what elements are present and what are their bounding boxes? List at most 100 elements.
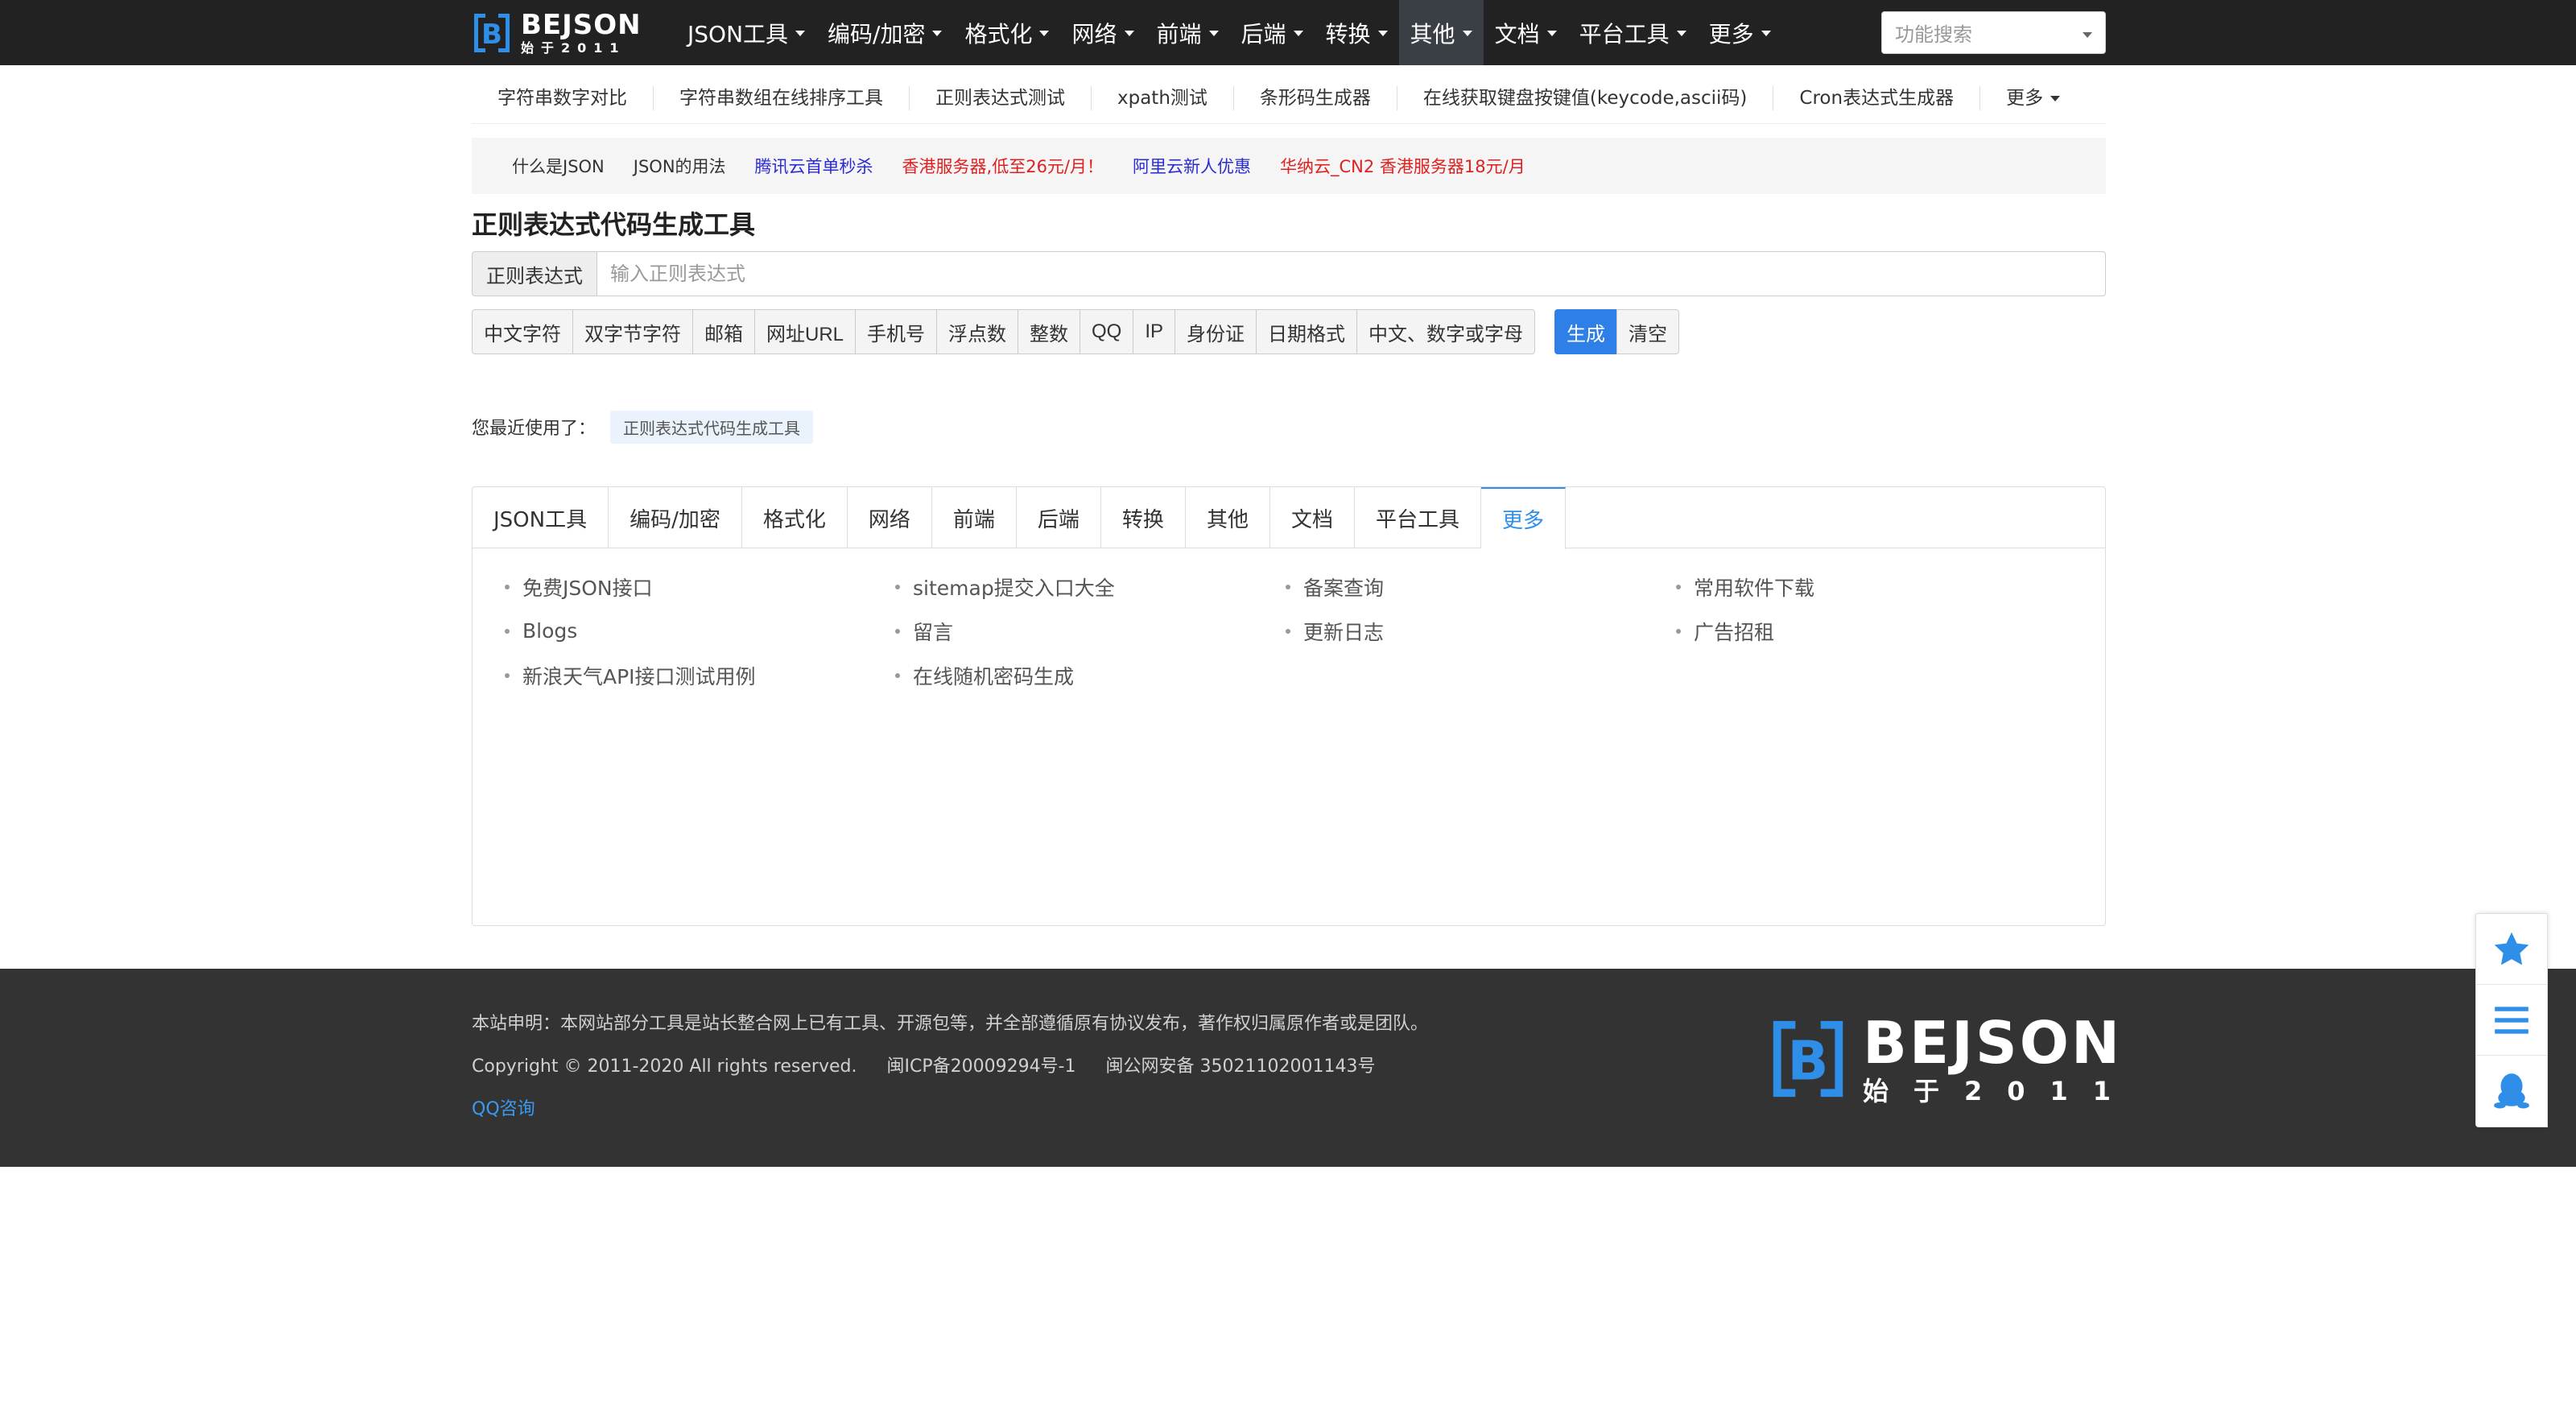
site-logo[interactable]: B BEJSON 始于2011 [471, 8, 642, 58]
tool-link[interactable]: 备案查询 [1286, 564, 1676, 609]
promo-link[interactable]: 什么是JSON [512, 154, 605, 178]
tab-docs[interactable]: 文档 [1270, 487, 1355, 548]
tab-link-list: 免费JSON接口 sitemap提交入口大全 备案查询 常用软件下载 Blogs… [473, 548, 2105, 697]
promo-link[interactable]: 阿里云新人优惠 [1133, 154, 1251, 178]
clear-button[interactable]: 清空 [1616, 309, 1680, 354]
preset-button[interactable]: 双字节字符 [572, 309, 693, 354]
quick-link[interactable]: 正则表达式测试 [910, 85, 1092, 110]
tool-link[interactable]: 常用软件下载 [1676, 564, 2066, 609]
tab-encode[interactable]: 编码/加密 [609, 487, 742, 548]
qq-consult-link[interactable]: QQ咨询 [472, 1094, 535, 1120]
preset-button[interactable]: QQ [1080, 309, 1134, 354]
tool-link-label: 更新日志 [1303, 620, 1385, 644]
nav-item-more[interactable]: 更多 [1698, 0, 1782, 65]
tab-format[interactable]: 格式化 [742, 487, 848, 548]
logo-mark-icon: B [1773, 1020, 1843, 1098]
promo-link[interactable]: 香港服务器,低至26元/月！ [902, 154, 1104, 178]
quick-link[interactable]: 条形码生成器 [1234, 85, 1397, 110]
tool-link[interactable]: 更新日志 [1286, 609, 1676, 653]
preset-button[interactable]: 身份证 [1174, 309, 1257, 354]
tab-backend[interactable]: 后端 [1017, 487, 1101, 548]
tab-network[interactable]: 网络 [848, 487, 932, 548]
footer: 本站申明：本网站部分工具是站长整合网上已有工具、开源包等，并全部遵循原有协议发布… [0, 969, 2576, 1167]
promo-link[interactable]: 腾讯云首单秒杀 [755, 154, 873, 178]
tool-link-label: 广告招租 [1694, 620, 1775, 644]
tab-platform[interactable]: 平台工具 [1355, 487, 1481, 548]
quick-link[interactable]: xpath测试 [1092, 85, 1234, 110]
copyright-text: Copyright © 2011-2020 All rights reserve… [472, 1056, 857, 1077]
recent-tool-tag[interactable]: 正则表达式代码生成工具 [610, 410, 814, 444]
quick-link[interactable]: Cron表达式生成器 [1773, 85, 1981, 110]
tool-link[interactable]: 留言 [895, 609, 1286, 653]
nav-item-encode[interactable]: 编码/加密 [816, 0, 953, 65]
promo-link[interactable]: JSON的用法 [634, 154, 726, 178]
nav-label: 后端 [1241, 20, 1286, 48]
tool-link[interactable]: 免费JSON接口 [505, 564, 895, 609]
menu-icon [2495, 1006, 2529, 1034]
more-label: 更多 [2006, 87, 2044, 109]
menu-button[interactable] [2476, 985, 2547, 1056]
preset-button[interactable]: 浮点数 [936, 309, 1019, 354]
svg-text:B: B [481, 19, 502, 51]
svg-text:B: B [1788, 1030, 1829, 1093]
logo-slogan: 始于2011 [1863, 1076, 2136, 1106]
quick-link[interactable]: 字符串数组在线排序工具 [654, 85, 910, 110]
preset-button[interactable]: IP [1133, 309, 1176, 354]
logo-name: BEJSON [1863, 1009, 2123, 1077]
quick-links-more[interactable]: 更多 [1980, 86, 2086, 110]
quick-link[interactable]: 在线获取键盘按键值(keycode,ascii码) [1397, 85, 1774, 110]
category-tabs: JSON工具 编码/加密 格式化 网络 前端 后端 转换 其他 文档 平台工具 … [473, 487, 2105, 549]
nav-item-other[interactable]: 其他 [1398, 0, 1484, 65]
recent-label: 您最近使用了： [472, 419, 597, 439]
favorite-button[interactable] [2476, 914, 2547, 985]
generate-button[interactable]: 生成 [1554, 309, 1618, 354]
nav-item-backend[interactable]: 后端 [1230, 0, 1315, 65]
nav-item-platform[interactable]: 平台工具 [1568, 0, 1698, 65]
tool-link[interactable]: Blogs [505, 609, 895, 653]
nav-label: 网络 [1071, 20, 1117, 48]
bullet-icon [505, 584, 510, 589]
tool-link-label: 常用软件下载 [1694, 576, 1815, 600]
regex-input-addon: 正则表达式 [472, 251, 597, 296]
tool-link-label: 新浪天气API接口测试用例 [522, 664, 756, 688]
tool-link[interactable]: 广告招租 [1676, 609, 2066, 653]
quick-link[interactable]: 字符串数字对比 [472, 85, 654, 110]
qq-button[interactable] [2476, 1056, 2547, 1127]
nav-item-frontend[interactable]: 前端 [1146, 0, 1230, 65]
caret-down-icon [1124, 31, 1134, 36]
nav-item-docs[interactable]: 文档 [1484, 0, 1568, 65]
bullet-icon [505, 672, 510, 678]
tool-link-label: 免费JSON接口 [522, 576, 653, 600]
regex-input[interactable] [597, 251, 2106, 296]
preset-button[interactable]: 中文、数字或字母 [1356, 309, 1536, 354]
nav-item-format[interactable]: 格式化 [953, 0, 1060, 65]
caret-down-icon [2050, 96, 2061, 101]
bullet-icon [1676, 584, 1681, 589]
police-record-link[interactable]: 闽公网安备 35021102001143号 [1106, 1056, 1376, 1077]
preset-button[interactable]: 整数 [1018, 309, 1081, 354]
tool-link[interactable]: sitemap提交入口大全 [895, 564, 1286, 609]
preset-button[interactable]: 邮箱 [692, 309, 755, 354]
preset-button[interactable]: 中文字符 [472, 309, 573, 354]
feature-search-select[interactable]: 功能搜索 [1881, 11, 2106, 54]
tab-convert[interactable]: 转换 [1101, 487, 1186, 548]
tab-more[interactable]: 更多 [1480, 487, 1566, 549]
promo-link[interactable]: 华纳云_CN2 香港服务器18元/月 [1280, 154, 1525, 178]
tab-frontend[interactable]: 前端 [932, 487, 1017, 548]
search-placeholder: 功能搜索 [1895, 23, 1972, 46]
preset-button[interactable]: 日期格式 [1256, 309, 1358, 354]
tool-link[interactable]: 新浪天气API接口测试用例 [505, 653, 895, 697]
bullet-icon [1676, 628, 1681, 634]
tool-link-label: 在线随机密码生成 [913, 664, 1075, 688]
icp-link[interactable]: 闽ICP备20009294号-1 [886, 1056, 1075, 1077]
tool-link[interactable]: 在线随机密码生成 [895, 653, 1286, 697]
footer-logo: B BEJSON 始于2011 [1765, 1014, 2136, 1104]
nav-item-convert[interactable]: 转换 [1315, 0, 1399, 65]
nav-item-network[interactable]: 网络 [1060, 0, 1145, 65]
action-button-group: 生成 清空 [1554, 309, 1680, 354]
tab-json[interactable]: JSON工具 [473, 487, 609, 548]
preset-button[interactable]: 手机号 [855, 309, 938, 354]
nav-item-json[interactable]: JSON工具 [676, 0, 816, 65]
preset-button[interactable]: 网址URL [754, 309, 857, 354]
tab-other[interactable]: 其他 [1186, 487, 1270, 548]
